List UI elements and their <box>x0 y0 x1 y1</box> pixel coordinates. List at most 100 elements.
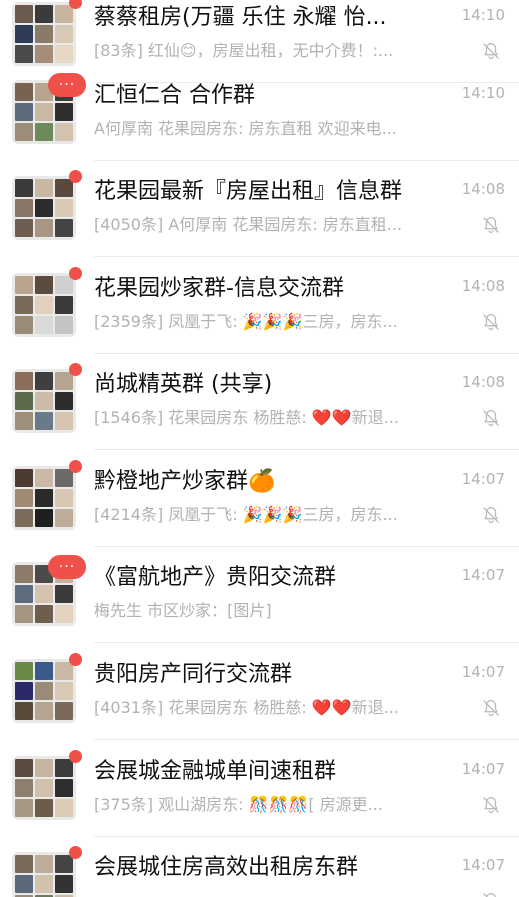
unread-dot <box>69 170 82 184</box>
mute-bell-icon <box>481 408 501 428</box>
avatar-tile <box>15 875 33 894</box>
avatar-tile <box>15 585 33 604</box>
unread-dot <box>69 363 82 377</box>
avatar-tile <box>35 123 53 142</box>
avatar-tile <box>15 25 33 44</box>
avatar-tile <box>15 83 33 102</box>
mute-bell-icon <box>481 505 501 525</box>
chat-title: 贵阳房产同行交流群 <box>94 662 293 687</box>
mute-bell-icon <box>481 41 501 61</box>
unread-dot <box>69 267 82 281</box>
avatar-tile <box>55 605 73 624</box>
avatar-tile <box>35 682 53 701</box>
mute-bell-icon <box>481 215 501 235</box>
chat-title: 会展城金融城单间速租群 <box>94 759 337 784</box>
chat-list-item[interactable]: ··· 《富航地产》贵阳交流群 14:07 梅先生 市区炒家：[图片] <box>0 546 519 643</box>
avatar-tile <box>15 5 33 24</box>
avatar-tile <box>15 799 33 818</box>
avatar-grid <box>12 852 76 897</box>
chat-preview: [4031条] 花果园房东 杨胜慈: ❤️❤️新退... <box>94 698 399 717</box>
chat-preview: [2359条] 凤凰于飞: 🎉🎉🎉三房，房东... <box>94 312 398 331</box>
avatar-grid <box>12 659 76 724</box>
avatar-tile <box>55 219 73 238</box>
chat-title: 黔橙地产炒家群🍊 <box>94 469 276 494</box>
avatar-tile <box>55 123 73 142</box>
group-avatar[interactable] <box>12 460 82 531</box>
chat-content: 黔橙地产炒家群🍊 14:07 [4214条] 凤凰于飞: 🎉🎉🎉三房，房东... <box>94 450 505 547</box>
unread-more-badge: ··· <box>48 73 86 98</box>
avatar-tile <box>15 605 33 624</box>
avatar-tile <box>35 605 53 624</box>
unread-dot <box>69 750 82 764</box>
avatar-tile <box>55 585 73 604</box>
chat-title: 尚城精英群 (共享) <box>94 372 273 397</box>
avatar-tile <box>55 759 73 778</box>
chat-list-item[interactable]: 会展城金融城单间速租群 14:07 [375条] 观山湖房东: 🎊🎊🎊[ 房源更..… <box>0 740 519 837</box>
avatar-grid <box>12 176 76 241</box>
avatar-tile <box>35 779 53 798</box>
chat-title: 《富航地产》贵阳交流群 <box>94 565 337 590</box>
avatar-tile <box>55 25 73 44</box>
chat-list-item[interactable]: 会展城住房高效出租房东群 14:07 <box>0 836 519 897</box>
avatar-tile <box>15 662 33 681</box>
mute-bell-icon <box>481 795 501 815</box>
avatar-tile <box>35 875 53 894</box>
mute-bell-icon <box>481 891 501 897</box>
avatar-tile <box>35 103 53 122</box>
group-avatar[interactable] <box>12 750 82 821</box>
chat-list-item[interactable]: 花果园炒家群-信息交流群 14:08 [2359条] 凤凰于飞: 🎉🎉🎉三房，房东.… <box>0 257 519 354</box>
avatar-tile <box>15 392 33 411</box>
group-avatar[interactable] <box>12 0 82 67</box>
avatar-tile <box>15 489 33 508</box>
group-avatar[interactable]: ··· <box>12 73 86 145</box>
avatar-tile <box>15 199 33 218</box>
avatar-tile <box>35 585 53 604</box>
avatar-tile <box>15 316 33 335</box>
avatar-tile <box>35 509 53 528</box>
avatar-tile <box>35 5 53 24</box>
chat-title: 会展城住房高效出租房东群 <box>94 855 359 880</box>
avatar-tile <box>35 759 53 778</box>
chat-time: 14:08 <box>461 277 505 295</box>
mute-bell-icon <box>481 312 501 332</box>
avatar-tile <box>55 276 73 295</box>
avatar-tile <box>15 123 33 142</box>
chat-preview: [4214条] 凤凰于飞: 🎉🎉🎉三房，房东... <box>94 505 398 524</box>
group-avatar[interactable] <box>12 170 82 241</box>
chat-preview: [83条] 红仙😊，房屋出租，无中介费！:... <box>94 41 394 60</box>
avatar-tile <box>55 875 73 894</box>
group-avatar[interactable] <box>12 267 82 338</box>
avatar-tile <box>55 199 73 218</box>
avatar-tile <box>15 372 33 391</box>
avatar-tile <box>15 219 33 238</box>
chat-time: 14:08 <box>461 373 505 391</box>
avatar-tile <box>35 296 53 315</box>
avatar-grid <box>12 756 76 821</box>
avatar-tile <box>15 855 33 874</box>
avatar-tile <box>35 799 53 818</box>
chat-time: 14:07 <box>461 470 505 488</box>
group-avatar[interactable] <box>12 653 82 724</box>
chat-list-item[interactable]: ··· 汇恒仁合 合作群 14:10 A何厚南 花果园房东: 房东直租 欢迎来电... <box>0 64 519 161</box>
chat-content: 花果园炒家群-信息交流群 14:08 [2359条] 凤凰于飞: 🎉🎉🎉三房，房东.… <box>94 257 505 354</box>
chat-list-item[interactable]: 花果园最新『房屋出租』信息群 14:08 [4050条] A何厚南 花果园房东: 房… <box>0 160 519 257</box>
group-avatar[interactable]: ··· <box>12 555 86 627</box>
unread-dot <box>69 460 82 474</box>
group-avatar[interactable] <box>12 846 82 897</box>
avatar-tile <box>35 855 53 874</box>
chat-preview: 梅先生 市区炒家：[图片] <box>94 601 272 620</box>
avatar-tile <box>35 489 53 508</box>
avatar-tile <box>35 662 53 681</box>
group-avatar[interactable] <box>12 363 82 434</box>
avatar-tile <box>55 316 73 335</box>
chat-list-item[interactable]: 贵阳房产同行交流群 14:07 [4031条] 花果园房东 杨胜慈: ❤️❤️新退.… <box>0 643 519 740</box>
avatar-tile <box>35 469 53 488</box>
chat-content: 汇恒仁合 合作群 14:10 A何厚南 花果园房东: 房东直租 欢迎来电... <box>94 64 505 161</box>
chat-list-item[interactable]: 尚城精英群 (共享) 14:08 [1546条] 花果园房东 杨胜慈: ❤️❤️新退… <box>0 353 519 450</box>
chat-list-item[interactable]: 黔橙地产炒家群🍊 14:07 [4214条] 凤凰于飞: 🎉🎉🎉三房，房东... <box>0 450 519 547</box>
avatar-tile <box>55 469 73 488</box>
chat-content: 会展城住房高效出租房东群 14:07 <box>94 836 505 897</box>
avatar-tile <box>35 412 53 431</box>
unread-dot <box>69 846 82 860</box>
avatar-tile <box>35 276 53 295</box>
